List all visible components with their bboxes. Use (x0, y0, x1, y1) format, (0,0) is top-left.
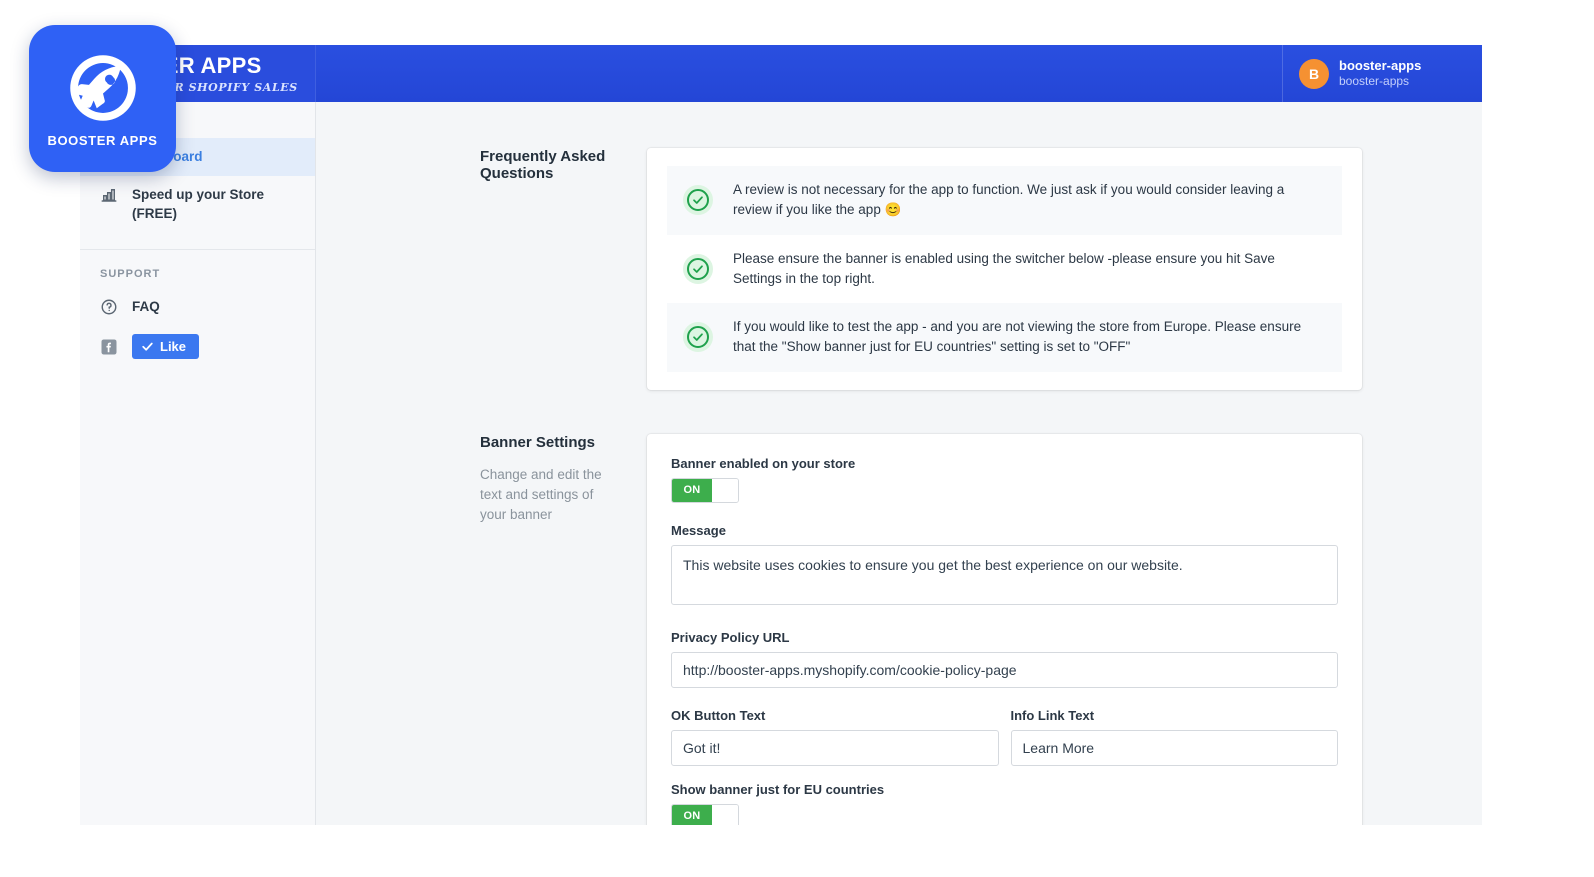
privacy-policy-url-input[interactable] (671, 651, 1338, 688)
faq-item-text: Please ensure the banner is enabled usin… (733, 250, 1275, 286)
sidebar: Dashboard Speed up your Store (FREE) (80, 102, 316, 825)
eu-only-toggle[interactable]: ON (671, 803, 739, 825)
sidebar-item-faq[interactable]: FAQ (80, 288, 315, 326)
banner-settings-description: Change and edit the text and settings of… (480, 466, 602, 523)
app-badge-overlay: BOOSTER APPS (29, 25, 176, 172)
check-icon (142, 342, 153, 351)
faq-item-text: A review is not necessary for the app to… (733, 182, 1285, 218)
toggle-knob (712, 804, 738, 825)
account-store: booster-apps (1339, 74, 1410, 89)
account-menu[interactable]: B booster-apps booster-apps (1282, 45, 1482, 102)
facebook-like-button[interactable]: Like (132, 334, 200, 360)
app-badge-label: BOOSTER APPS (47, 133, 158, 148)
ok-button-text-input[interactable] (671, 729, 999, 766)
check-circle-icon (683, 322, 713, 353)
message-input[interactable] (671, 544, 1338, 605)
sidebar-item-label: FAQ (132, 298, 160, 314)
rocket-icon (69, 55, 136, 121)
eu-only-label: Show banner just for EU countries (671, 781, 885, 797)
banner-settings-title: Banner Settings (480, 433, 596, 451)
info-link-text-input[interactable] (1010, 729, 1338, 766)
toggle-state-label: ON (672, 804, 712, 825)
account-name: booster-apps (1339, 57, 1422, 73)
faq-section: Frequently Asked Questions A review is n… (317, 102, 1482, 390)
info-link-text-group: Info Link Text (1010, 707, 1338, 766)
question-circle-icon (100, 298, 118, 316)
sidebar-item-label: Speed up your Store (FREE) (132, 186, 265, 222)
top-bar: BOOSTER APPS ROCKET YOUR SHOPIFY SALES B… (80, 45, 1482, 102)
message-label: Message (671, 522, 726, 538)
check-circle-icon (683, 185, 713, 216)
banner-enabled-toggle[interactable]: ON (671, 477, 739, 503)
faq-item: If you would like to test the app - and … (667, 303, 1342, 372)
avatar: B (1299, 58, 1329, 89)
faq-card: A review is not necessary for the app to… (647, 148, 1362, 390)
banner-settings-card: Banner enabled on your store ON Message … (647, 433, 1362, 825)
button-text-row: OK Button Text Info Link Text (671, 708, 1338, 766)
top-bar-spacer (316, 45, 1282, 102)
privacy-policy-url-label: Privacy Policy URL (671, 629, 790, 645)
faq-aside: Frequently Asked Questions (317, 148, 647, 390)
sidebar-item-facebook-like[interactable]: Like (80, 325, 315, 368)
banner-settings-aside: Banner Settings Change and edit the text… (317, 434, 647, 826)
toggle-knob (712, 478, 738, 502)
faq-title: Frequently Asked Questions (480, 148, 606, 182)
facebook-like-label: Like (160, 339, 187, 355)
sidebar-section-support: SUPPORT (100, 267, 161, 280)
facebook-icon (100, 338, 118, 356)
ok-button-text-group: OK Button Text (671, 708, 999, 766)
bar-chart-icon (100, 186, 118, 204)
account-names: booster-apps booster-apps (1339, 58, 1421, 89)
banner-settings-section: Banner Settings Change and edit the text… (317, 390, 1482, 826)
sidebar-item-speed-up-your-store[interactable]: Speed up your Store (FREE) (80, 176, 315, 233)
banner-enabled-label: Banner enabled on your store (671, 455, 856, 471)
toggle-state-label: ON (672, 478, 712, 502)
faq-item: A review is not necessary for the app to… (667, 166, 1342, 235)
faq-item-text: If you would like to test the app - and … (733, 319, 1302, 355)
check-circle-icon (683, 253, 713, 284)
faq-item: Please ensure the banner is enabled usin… (667, 235, 1342, 304)
ok-button-text-label: OK Button Text (671, 707, 766, 723)
info-link-text-label: Info Link Text (1010, 707, 1095, 723)
screen: BOOSTER APPS ROCKET YOUR SHOPIFY SALES B… (0, 0, 1594, 877)
app-window: BOOSTER APPS ROCKET YOUR SHOPIFY SALES B… (80, 45, 1482, 825)
main-content: Frequently Asked Questions A review is n… (317, 102, 1482, 825)
